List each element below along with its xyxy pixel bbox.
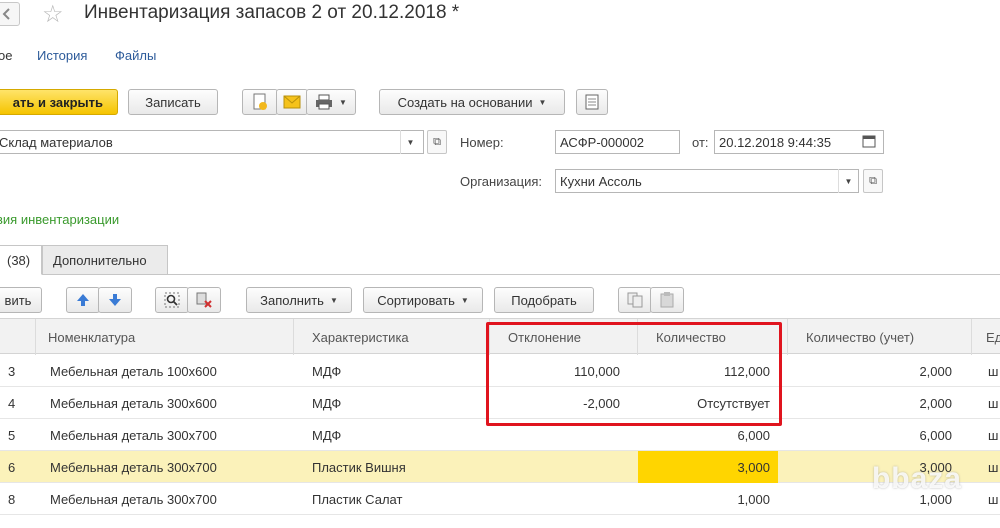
post-and-close-button[interactable]: ать и закрыть	[0, 89, 118, 115]
back-button[interactable]	[0, 2, 20, 26]
row-number: 5	[8, 427, 16, 443]
link-history[interactable]: История	[37, 48, 87, 63]
doc-button[interactable]	[242, 89, 278, 115]
organization-field[interactable]: Кухни Ассоль	[555, 169, 859, 193]
print-button[interactable]: ▼	[306, 89, 356, 115]
row-number: 4	[8, 395, 16, 411]
date-field[interactable]: 20.12.2018 9:44:35	[714, 130, 884, 154]
filter-button[interactable]	[187, 287, 221, 313]
header-item[interactable]: Номенклатура	[36, 319, 294, 355]
row-item: Мебельная деталь 300х700	[50, 491, 217, 507]
envelope-icon	[283, 95, 301, 109]
organization-value: Кухни Ассоль	[560, 173, 642, 189]
header-line-number	[0, 319, 36, 355]
row-quantity-accounting: 2,000	[919, 363, 952, 379]
number-field[interactable]: АСФР-000002	[555, 130, 680, 154]
report-button[interactable]	[576, 89, 608, 115]
organization-label: Организация:	[460, 174, 543, 189]
header-characteristic[interactable]: Характеристика	[294, 319, 490, 355]
row-deviation	[490, 483, 628, 515]
date-label: от:	[692, 135, 709, 150]
row-characteristic: МДФ	[312, 395, 342, 411]
row-characteristic: МДФ	[312, 363, 342, 379]
row-item: Мебельная деталь 300х700	[50, 427, 217, 443]
table-row-selected[interactable]: 6 Мебельная деталь 300х700 Пластик Вишня…	[0, 451, 1000, 483]
link-files[interactable]: Файлы	[115, 48, 156, 63]
row-unit: ш	[988, 427, 999, 443]
header-unit[interactable]: Ед	[972, 319, 1000, 355]
tab-goods[interactable]: (38)	[0, 245, 42, 275]
printer-icon	[316, 94, 333, 110]
row-number: 8	[8, 491, 16, 507]
fill-label: Заполнить	[260, 292, 324, 308]
organization-dropdown-icon[interactable]: ▼	[838, 169, 858, 193]
create-based-on-label: Создать на основании	[397, 94, 533, 110]
row-unit: ш	[988, 395, 999, 411]
arrow-down-icon	[109, 294, 121, 306]
number-label: Номер:	[460, 135, 504, 150]
table-row-partial	[0, 515, 1000, 528]
annotation-highlight-frame	[486, 322, 782, 426]
row-quantity-accounting: 2,000	[919, 395, 952, 411]
row-unit: ш	[988, 459, 999, 475]
row-quantity: 1,000	[737, 491, 770, 507]
back-arrow-icon	[2, 8, 10, 20]
table-row[interactable]: 8 Мебельная деталь 300х700 Пластик Салат…	[0, 483, 1000, 515]
paste-icon	[660, 292, 674, 308]
sort-label: Сортировать	[377, 292, 455, 308]
organization-open-icon[interactable]: ⧉	[863, 169, 883, 193]
page-title: Инвентаризация запасов 2 от 20.12.2018 *	[84, 2, 460, 23]
copy-icon	[627, 292, 643, 308]
row-unit: ш	[988, 363, 999, 379]
row-number: 3	[8, 363, 16, 379]
row-deviation	[490, 451, 628, 483]
row-characteristic: Пластик Вишня	[312, 459, 406, 475]
paste-button[interactable]	[650, 287, 684, 313]
warehouse-value: Склад материалов	[0, 134, 113, 150]
create-based-on-button[interactable]: Создать на основании ▼	[379, 89, 565, 115]
report-icon	[585, 94, 599, 110]
warehouse-dropdown-icon[interactable]: ▼	[400, 130, 420, 154]
row-quantity-active-cell[interactable]: 3,000	[638, 451, 778, 483]
move-up-button[interactable]	[66, 287, 100, 313]
inventory-results-link[interactable]: вия инвентаризации	[0, 212, 119, 227]
arrow-up-icon	[77, 294, 89, 306]
tab-additional[interactable]: Дополнительно	[42, 245, 168, 275]
number-value: АСФР-000002	[560, 134, 645, 150]
row-unit: ш	[988, 491, 999, 507]
add-row-button[interactable]: вить	[0, 287, 42, 313]
filter-icon	[196, 292, 212, 308]
watermark: bbaza	[871, 462, 962, 495]
save-button[interactable]: Записать	[128, 89, 218, 115]
move-down-button[interactable]	[98, 287, 132, 313]
header-quantity-accounting[interactable]: Количество (учет)	[788, 319, 972, 355]
doc-icon	[253, 93, 267, 110]
warehouse-open-icon[interactable]: ⧉	[427, 130, 447, 154]
find-icon	[164, 292, 180, 308]
fill-button[interactable]: Заполнить ▼	[246, 287, 352, 313]
copy-button[interactable]	[618, 287, 652, 313]
email-button[interactable]	[276, 89, 308, 115]
row-item: Мебельная деталь 300х600	[50, 395, 217, 411]
calendar-icon[interactable]	[862, 134, 878, 150]
row-item: Мебельная деталь 100х600	[50, 363, 217, 379]
warehouse-field[interactable]: Склад материалов	[0, 130, 424, 154]
find-button[interactable]	[155, 287, 189, 313]
row-item: Мебельная деталь 300х700	[50, 459, 217, 475]
row-characteristic: Пластик Салат	[312, 491, 403, 507]
row-quantity-accounting: 6,000	[919, 427, 952, 443]
row-characteristic: МДФ	[312, 427, 342, 443]
date-value: 20.12.2018 9:44:35	[719, 134, 832, 150]
link-main[interactable]: ое	[0, 48, 12, 63]
row-number: 6	[8, 459, 16, 475]
star-icon[interactable]: ☆	[42, 0, 64, 29]
pick-button[interactable]: Подобрать	[494, 287, 594, 313]
sort-button[interactable]: Сортировать ▼	[363, 287, 483, 313]
